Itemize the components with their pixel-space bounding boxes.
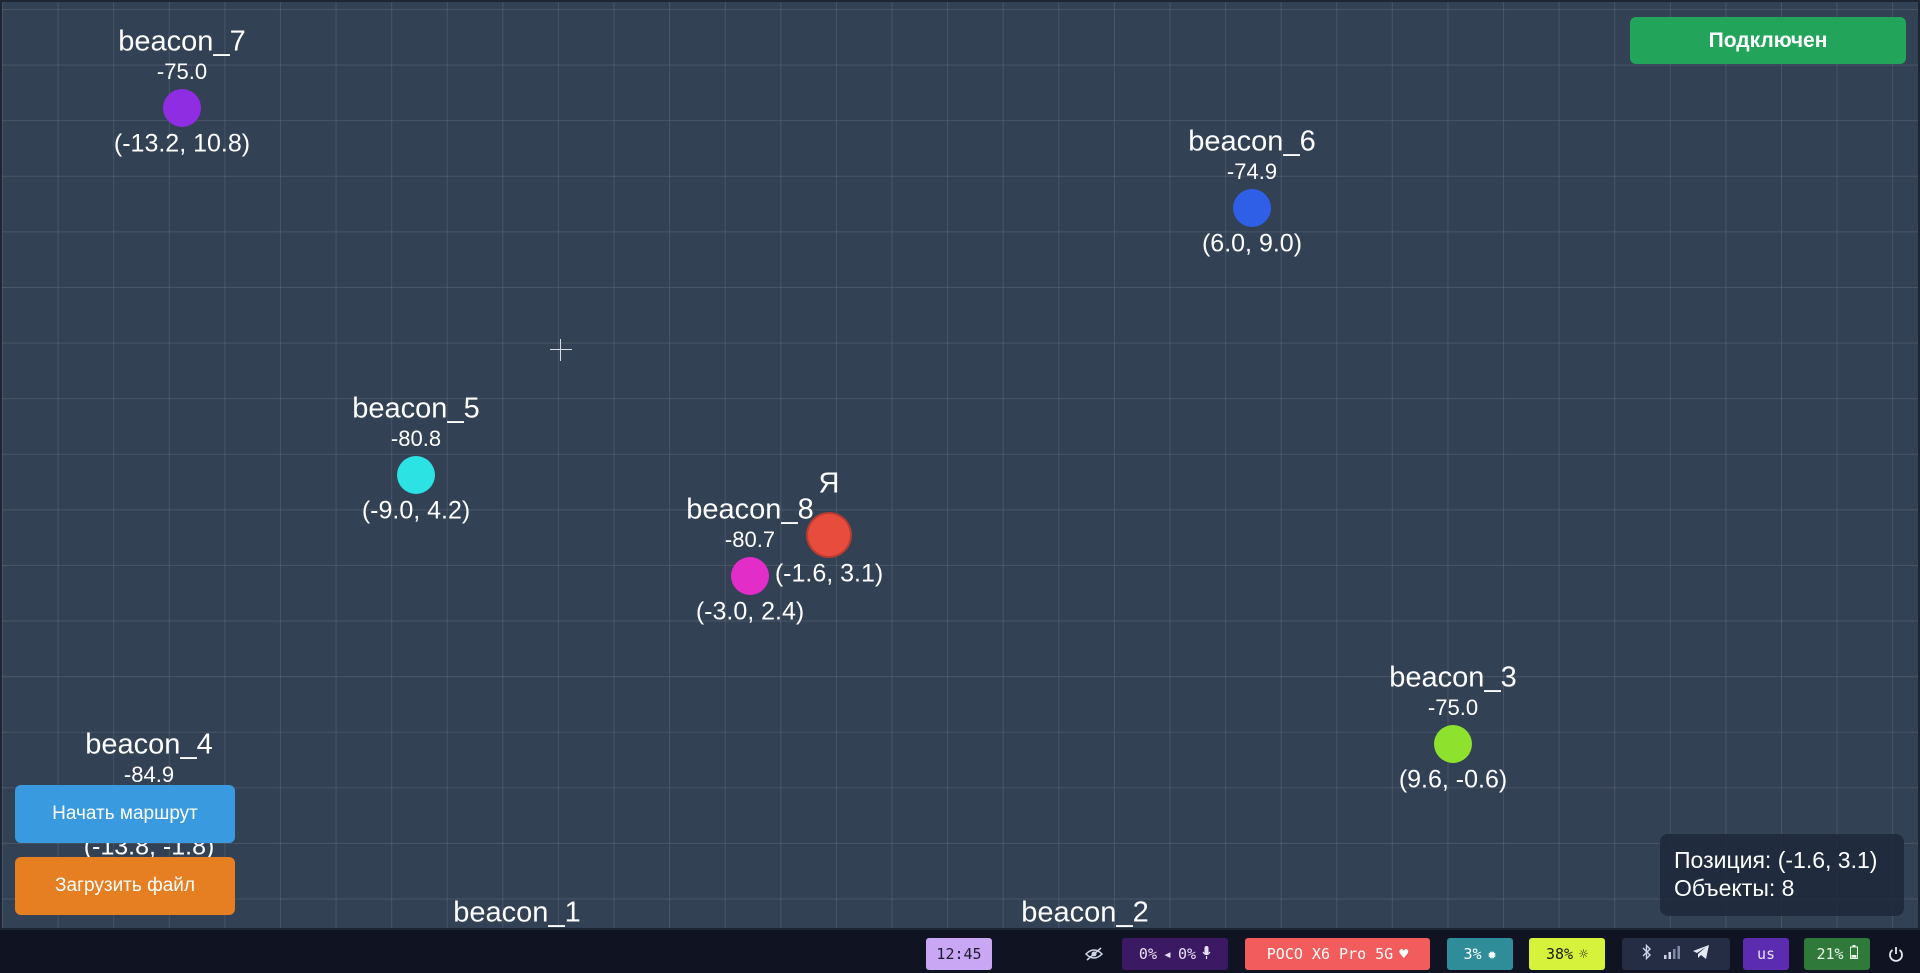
beacon-marker[interactable] [1233,189,1271,227]
cpu-icon: ✹ [1487,945,1497,963]
beacon-marker[interactable] [1434,725,1472,763]
microphone-icon [1202,945,1211,963]
taskbar: 12:45 0% ◂ 0% POCO X6 Pro 5G ♥ 3% ✹ 38% … [0,930,1920,973]
me-coords: (-1.6, 3.1) [774,559,884,588]
device-widget[interactable]: POCO X6 Pro 5G ♥ [1245,938,1430,970]
beacon-coords: (6.0, 9.0) [1201,229,1303,258]
beacon-map[interactable]: beacon_7 -75.0 (-13.2, 10.8) beacon_6 -7… [2,2,1918,928]
beacon-coords: (-3.0, 2.4) [695,597,805,626]
beacon-name: beacon_4 [85,728,213,761]
telegram-icon[interactable] [1692,944,1710,964]
beacon-rssi: -74.9 [1226,159,1278,184]
beacon-name: beacon_3 [1389,661,1517,694]
beacon-name: beacon_2 [1021,896,1149,929]
battery-icon [1849,945,1858,963]
clock[interactable]: 12:45 [926,938,992,970]
beacon-name: beacon_1 [453,896,581,929]
beacon-coords: (-13.2, 10.8) [113,129,251,158]
beacon-marker[interactable] [397,456,435,494]
beacon-coords: (-9.0, 4.2) [361,496,471,525]
beacon-rssi: -75.0 [156,59,208,84]
beacon-rssi: -75.0 [1427,695,1479,720]
bluetooth-icon[interactable] [1642,943,1652,964]
beacon-marker[interactable] [163,89,201,127]
beacon-name: beacon_7 [118,25,246,58]
beacon-rssi: -80.8 [390,426,442,451]
start-route-button[interactable]: Начать маршрут [15,785,235,843]
beacon-marker[interactable] [731,557,769,595]
battery-widget[interactable]: 21% [1804,938,1870,970]
battery-level: 21% [1816,945,1844,963]
audio-widget[interactable]: 0% ◂ 0% [1122,938,1228,970]
beacon-name: beacon_5 [352,392,480,425]
info-panel: Позиция: (-1.6, 3.1) Объекты: 8 [1660,834,1904,916]
load-file-button[interactable]: Загрузить файл [15,857,235,915]
beacon-rssi: -80.7 [724,527,776,552]
cpu-widget[interactable]: 3% ✹ [1447,938,1513,970]
mouse-cursor [550,339,572,361]
eye-off-icon[interactable] [1080,938,1108,970]
clock-text: 12:45 [936,945,982,963]
brightness-icon: ☼ [1579,945,1589,963]
beacon-name: beacon_6 [1188,125,1316,158]
heart-icon: ♥ [1399,945,1409,963]
audio-in-level: 0% [1178,945,1197,963]
cpu-usage: 3% [1463,945,1482,963]
audio-out-level: 0% [1138,945,1157,963]
power-icon[interactable] [1884,938,1908,970]
beacon-coords: (9.6, -0.6) [1398,765,1508,794]
position-text: Позиция: (-1.6, 3.1) [1674,847,1878,873]
signal-icon[interactable] [1664,945,1680,963]
keyboard-layout[interactable]: us [1743,938,1789,970]
keyboard-layout-text: us [1756,945,1776,963]
beacon-name: beacon_8 [686,493,814,526]
device-name: POCO X6 Pro 5G [1266,945,1394,963]
connection-status-button[interactable]: Подключен [1630,17,1906,64]
tray-icons [1622,938,1730,970]
objects-count: Объекты: 8 [1674,875,1795,901]
brightness-widget[interactable]: 38% ☼ [1529,938,1605,970]
speaker-icon: ◂ [1162,945,1173,963]
brightness-level: 38% [1545,945,1574,963]
me-label: Я [818,467,840,500]
